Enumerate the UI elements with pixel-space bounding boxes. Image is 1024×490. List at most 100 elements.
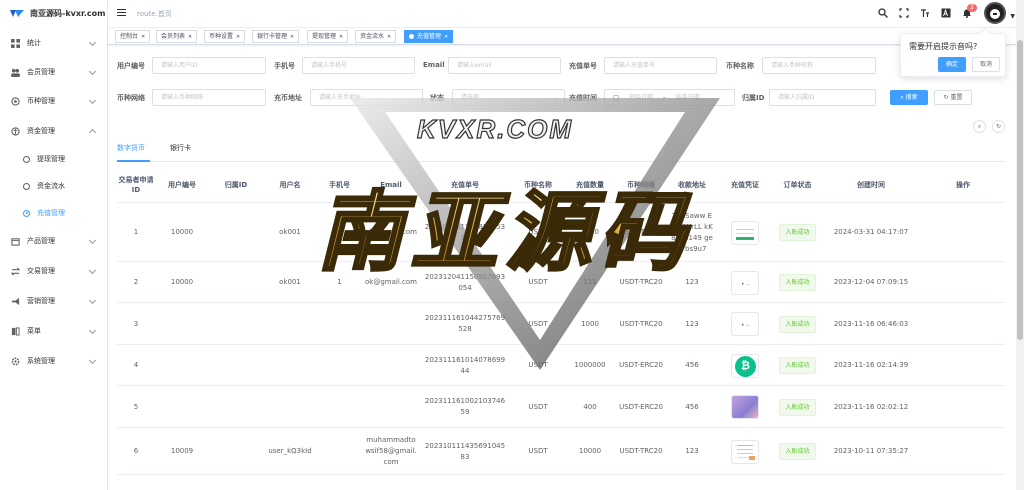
owner-id-input[interactable]: 请输入归属ID <box>769 89 876 106</box>
tab-divider <box>117 161 1005 162</box>
watermark-small-text: KVXR.COM <box>417 114 573 144</box>
menu-item-funds[interactable]: 资金管理 <box>0 121 107 141</box>
menu-item-coins[interactable]: 币种管理 <box>0 91 107 111</box>
user-no-input[interactable]: 请输入用户ID <box>152 57 266 74</box>
exchange-icon <box>11 267 20 275</box>
cell-address: 123 <box>685 447 699 455</box>
close-icon[interactable]: ✕ <box>290 34 294 40</box>
tag-withdrawals[interactable]: 提现管理 ✕ <box>307 30 349 43</box>
cell-owner <box>209 345 263 386</box>
tag-bank-cards[interactable]: 银行卡管理 ✕ <box>252 30 300 43</box>
toggle-search-icon[interactable]: ⌕ <box>973 120 986 133</box>
tab-bank-card[interactable]: 银行卡 <box>170 143 191 153</box>
label-order-no: 充值单号 <box>569 62 597 70</box>
voucher-thumbnail[interactable] <box>731 395 759 419</box>
order-no-input[interactable]: 请输入充值单号 <box>604 57 717 74</box>
sidebar: 南亚源码-kvxr.com 统计 会员管理 币种管理 资金管理 提现管理 资金流… <box>0 0 108 490</box>
voucher-thumbnail[interactable] <box>731 220 759 245</box>
sound-prompt-popover: 需要开启提示音吗? 确定 取消 <box>900 27 1006 77</box>
menu-label: 产品管理 <box>27 237 55 245</box>
voucher-thumbnail[interactable] <box>731 270 759 295</box>
menu-item-system[interactable]: 系统管理 <box>0 351 107 371</box>
close-icon[interactable]: ✕ <box>141 34 145 40</box>
close-icon[interactable]: ✕ <box>444 34 448 40</box>
menu-label: 菜单 <box>27 327 41 335</box>
date-range-picker[interactable]: 开始日期 – 结束日期 <box>604 89 735 106</box>
menu-icon <box>11 326 20 336</box>
cell-coin: USDT <box>528 228 548 236</box>
table-row: 6 10009 user_kQ3kId muhammadtowsif58@gmail.… <box>117 428 1005 475</box>
close-icon[interactable]: ✕ <box>188 34 192 40</box>
submenu-item-fund-flow[interactable]: 资金流水 <box>0 176 107 196</box>
page-scrollbar[interactable] <box>1016 0 1024 490</box>
col-header: 用户编号 <box>168 181 196 189</box>
cell-address: 123 <box>685 278 699 286</box>
menu-item-stats[interactable]: 统计 <box>0 33 107 53</box>
coin-address-input[interactable]: 请输入充币地址 <box>310 89 423 106</box>
menu-item-trades[interactable]: 交易管理 <box>0 261 107 281</box>
email-input[interactable]: 请输入email <box>448 57 561 74</box>
cell-user_no: 10000 <box>170 278 194 286</box>
coin-network-input[interactable]: 请输入币种网络 <box>152 89 266 106</box>
cell-network: USDT-ERC20 <box>619 402 663 411</box>
cell-amount: 400 <box>583 402 597 411</box>
voucher-thumbnail[interactable] <box>731 353 759 378</box>
refresh-icon[interactable]: ↻ <box>992 120 1005 133</box>
cell-network: USDT-TRC20 <box>619 278 663 286</box>
phone-input[interactable]: 请输入手机号 <box>302 57 415 74</box>
status-select[interactable]: 请选择 ⌄ <box>452 89 565 106</box>
breadcrumb[interactable]: route.首页 <box>137 9 172 19</box>
menu-item-members[interactable]: 会员管理 <box>0 62 107 82</box>
language-icon[interactable] <box>941 8 951 18</box>
voucher-thumbnail[interactable] <box>731 312 759 336</box>
tab-digital-currency[interactable]: 数字货币 <box>117 143 145 153</box>
cell-order: 20231116101407869944 <box>424 355 506 375</box>
search-icon[interactable] <box>878 8 888 18</box>
menu-item-marketing[interactable]: 营销管理 <box>0 291 107 311</box>
cell-owner <box>209 262 263 303</box>
radio-dot-icon <box>23 209 30 217</box>
menu-item-products[interactable]: 产品管理 <box>0 231 107 251</box>
hamburger-icon[interactable] <box>117 9 126 17</box>
confirm-button[interactable]: 确定 <box>938 57 966 72</box>
close-icon[interactable]: ✕ <box>339 34 343 40</box>
tag-console[interactable]: 控制台 ✕ <box>115 30 151 43</box>
menu-label: 币种管理 <box>27 97 55 105</box>
header-toolbar: 2 <box>878 4 977 18</box>
voucher-thumbnail[interactable] <box>731 439 759 464</box>
cell-time: 2023-11-16 02:02:12 <box>833 402 909 411</box>
tag-coin-settings[interactable]: 币种设置 ✕ <box>204 30 246 43</box>
logo[interactable]: 南亚源码-kvxr.com <box>0 0 107 26</box>
cell-user_no: 10000 <box>170 228 194 236</box>
avatar[interactable] <box>984 2 1006 24</box>
font-size-icon[interactable] <box>920 8 930 18</box>
menu-item-menu[interactable]: 菜单 <box>0 321 107 341</box>
coin-name-input[interactable]: 请输入币种名称 <box>762 57 876 74</box>
notification-bell[interactable]: 2 <box>962 4 977 18</box>
coin-icon <box>11 96 20 106</box>
submenu-item-withdrawals[interactable]: 提现管理 <box>0 149 107 169</box>
submenu-item-recharge[interactable]: 充值管理 <box>0 203 107 223</box>
chevron-down-icon <box>88 356 97 365</box>
cell-order: 20231011143569104583 <box>424 441 506 461</box>
close-icon[interactable]: ✕ <box>236 34 240 40</box>
tag-fund-flow[interactable]: 资金流水 ✕ <box>355 30 397 43</box>
chevron-down-icon <box>88 96 97 105</box>
close-icon[interactable]: ✕ <box>387 34 391 40</box>
tag-recharge[interactable]: 充值管理 ✕ <box>404 30 454 43</box>
reset-button[interactable]: ↻ 重置 <box>934 90 972 105</box>
scrollbar-thumb[interactable] <box>1017 40 1023 340</box>
cell-owner <box>209 428 263 475</box>
search-button[interactable]: ⌕ 搜索 <box>890 90 928 105</box>
label-time: 充值时间 <box>569 94 597 102</box>
col-header: 交易者申请ID <box>118 176 154 194</box>
cell-order: 20231116100210374659 <box>424 397 506 416</box>
col-header: 充值单号 <box>451 181 479 189</box>
app-root: 南亚源码-kvxr.com 统计 会员管理 币种管理 资金管理 提现管理 资金流… <box>0 0 1024 490</box>
cell-op <box>921 428 1005 475</box>
fullscreen-icon[interactable] <box>899 8 909 18</box>
caret-down-icon[interactable]: ▼ <box>1010 13 1015 20</box>
tag-member-list[interactable]: 会员列表 ✕ <box>156 30 198 43</box>
cell-op <box>921 262 1005 303</box>
cancel-button[interactable]: 取消 <box>972 57 1000 72</box>
